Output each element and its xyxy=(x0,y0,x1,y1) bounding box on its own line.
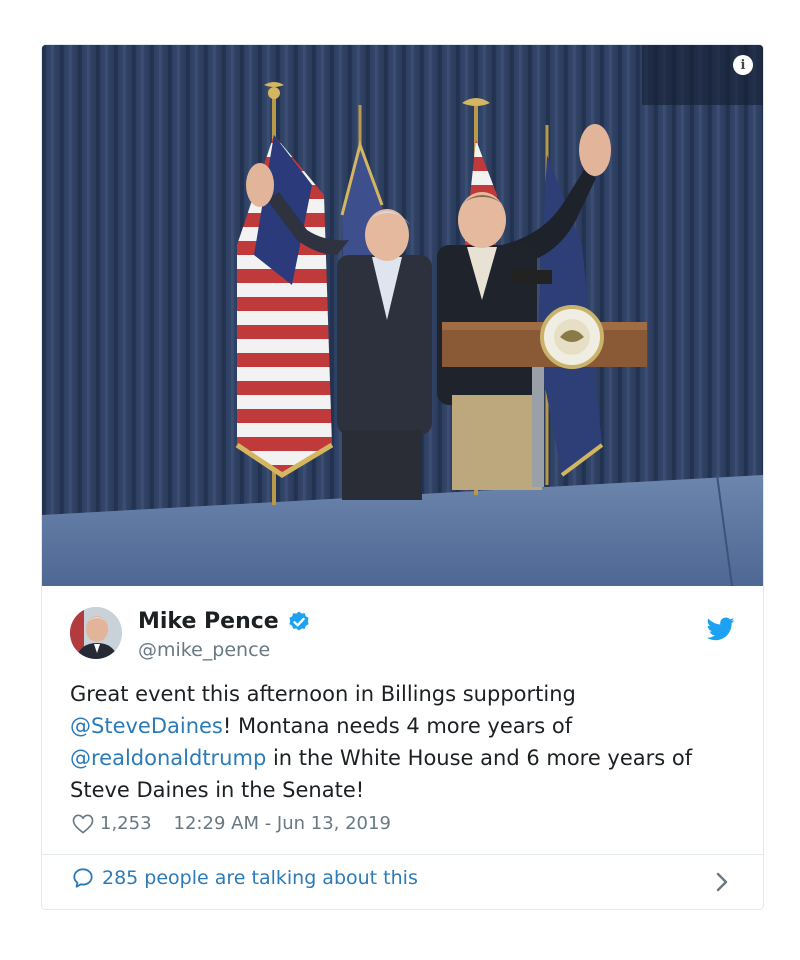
info-label: i xyxy=(740,57,746,73)
photo-event-stage xyxy=(42,45,763,586)
heart-icon[interactable] xyxy=(72,814,94,834)
tweet-photo[interactable]: i xyxy=(42,45,763,586)
chevron-right-icon[interactable] xyxy=(715,871,729,893)
verified-badge-icon xyxy=(289,611,309,630)
divider xyxy=(42,854,763,855)
mention-link-realdonaldtrump[interactable]: @realdonaldtrump xyxy=(70,746,266,770)
speech-bubble-icon xyxy=(73,868,93,888)
tweet-timestamp[interactable]: 12:29 AM - Jun 13, 2019 xyxy=(174,813,391,834)
like-count[interactable]: 1,253 xyxy=(100,813,152,834)
author-name[interactable]: Mike Pence xyxy=(138,609,279,634)
tweet-header: Mike Pence @mike_pence xyxy=(70,607,735,663)
tweet-card: i Mike Pence @mike_pence Great event thi… xyxy=(41,44,764,910)
avatar-image xyxy=(70,607,122,659)
tweet-text-part-1: Great event this afternoon in Billings s… xyxy=(70,682,576,706)
tweet-text-part-2: ! Montana needs 4 more years of xyxy=(222,714,573,738)
avatar[interactable] xyxy=(70,607,122,659)
conversation-link[interactable]: 285 people are talking about this xyxy=(72,867,418,889)
tweet-meta: 1,253 12:29 AM - Jun 13, 2019 xyxy=(72,813,391,834)
twitter-bird-icon[interactable] xyxy=(707,617,735,641)
author-handle[interactable]: @mike_pence xyxy=(138,639,270,661)
mention-link-stevedaines[interactable]: @SteveDaines xyxy=(70,714,223,738)
info-icon[interactable]: i xyxy=(733,55,753,75)
conversation-count-label: 285 people are talking about this xyxy=(102,867,418,889)
tweet-text: Great event this afternoon in Billings s… xyxy=(70,678,740,806)
author-name-row: Mike Pence xyxy=(138,609,311,634)
